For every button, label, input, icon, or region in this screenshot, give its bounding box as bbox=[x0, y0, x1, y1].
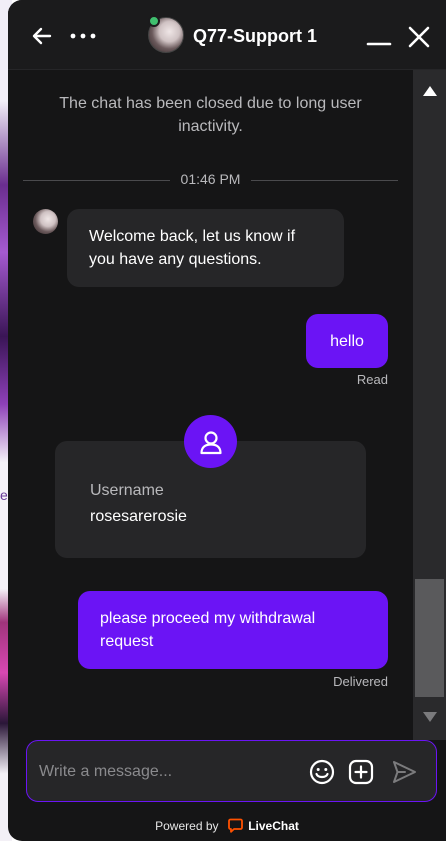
agent-avatar-wrapper bbox=[148, 15, 186, 55]
message-status: Delivered bbox=[333, 674, 388, 689]
livechat-logo-icon bbox=[227, 818, 243, 833]
background-page-fragment: e bbox=[0, 487, 8, 503]
close-icon[interactable] bbox=[406, 24, 432, 50]
user-icon bbox=[199, 430, 222, 454]
livechat-brand: LiveChat bbox=[248, 819, 299, 833]
user-message-bubble: please proceed my withdrawal request bbox=[78, 591, 388, 669]
powered-by-footer[interactable]: Powered by LiveChat bbox=[8, 818, 446, 833]
scrollbar[interactable] bbox=[413, 70, 446, 740]
system-message: The chat has been closed due to long use… bbox=[59, 95, 362, 135]
back-arrow-icon[interactable] bbox=[30, 24, 54, 48]
user-card-badge bbox=[184, 415, 237, 468]
message-status: Read bbox=[356, 372, 388, 387]
emoji-icon[interactable] bbox=[309, 759, 335, 785]
agent-message-avatar bbox=[33, 209, 58, 234]
user-message-bubble: hello bbox=[306, 314, 388, 368]
message-input[interactable] bbox=[39, 759, 299, 785]
time-label: 01:46 PM bbox=[180, 171, 241, 187]
chat-header: Q77-Support 1 bbox=[8, 0, 446, 70]
powered-by-text: Powered by bbox=[155, 819, 219, 833]
divider-line bbox=[251, 180, 398, 181]
send-icon[interactable] bbox=[391, 759, 417, 785]
agent-name: Q77-Support 1 bbox=[193, 26, 318, 46]
more-icon[interactable] bbox=[68, 24, 98, 48]
card-field-value: rosesarerosie bbox=[90, 508, 187, 525]
card-field-label: Username bbox=[90, 482, 164, 499]
attach-icon[interactable] bbox=[348, 759, 374, 785]
time-divider: 01:46 PM bbox=[23, 170, 398, 190]
scroll-down-arrow-icon[interactable] bbox=[423, 712, 437, 722]
online-status-dot bbox=[148, 15, 160, 27]
chat-widget: Q77-Support 1 The chat has been closed d… bbox=[8, 0, 446, 841]
agent-message-bubble: Welcome back, let us know if you have an… bbox=[67, 209, 344, 287]
message-list[interactable]: The chat has been closed due to long use… bbox=[8, 70, 413, 740]
minimize-icon[interactable] bbox=[366, 25, 392, 47]
scrollbar-thumb[interactable] bbox=[415, 579, 444, 697]
scroll-up-arrow-icon[interactable] bbox=[423, 86, 437, 96]
message-composer bbox=[26, 740, 437, 802]
divider-line bbox=[23, 180, 170, 181]
